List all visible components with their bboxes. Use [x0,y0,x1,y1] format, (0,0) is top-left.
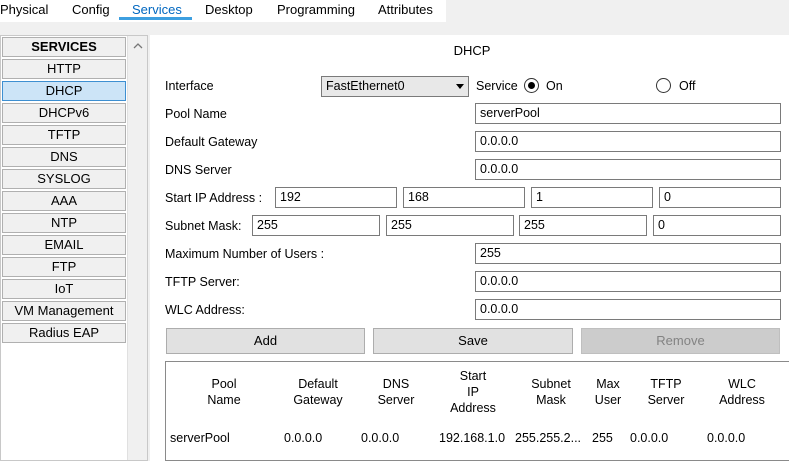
cell-dns-server: 0.0.0.0 [361,431,400,445]
radio-selected-dot [528,82,535,89]
subnet-octet-2[interactable]: 255 [386,215,514,236]
header-text: Subnet Mask [531,377,571,407]
interface-select[interactable]: FastEthernet0 [321,76,469,97]
header-text: DNS Server [377,377,415,407]
tab-attributes[interactable]: Attributes [378,2,433,20]
service-item-dns[interactable]: DNS [2,147,126,167]
service-item-ftp[interactable]: FTP [2,257,126,277]
pool-table: Pool Name Default Gateway DNS Server Sta… [165,361,789,461]
service-item-radius-eap[interactable]: Radius EAP [2,323,126,343]
header-text: Start IP Address [450,369,496,415]
table-header-tftp-server: TFTP Server [630,376,702,408]
service-item-vm-management[interactable]: VM Management [2,301,126,321]
wlc-address-input[interactable]: 0.0.0.0 [475,299,781,320]
service-off-label: Off [679,79,696,93]
subnet-octet-4[interactable]: 0 [653,215,781,236]
service-item-aaa[interactable]: AAA [2,191,126,211]
cell-tftp-server: 0.0.0.0 [630,431,669,445]
services-panel: SERVICES HTTP DHCP DHCPv6 TFTP DNS SYSLO… [0,35,148,461]
service-label: Service [476,79,518,93]
header-text: Default Gateway [293,377,343,407]
add-button[interactable]: Add [166,328,365,354]
tftp-server-input[interactable]: 0.0.0.0 [475,271,781,292]
service-off-radio[interactable] [656,78,671,93]
default-gateway-input[interactable]: 0.0.0.0 [475,131,781,152]
service-item-dhcp[interactable]: DHCP [2,81,126,101]
service-on-label: On [546,79,563,93]
pool-name-input[interactable]: serverPool [475,103,781,124]
tab-programming[interactable]: Programming [277,2,355,20]
tab-physical[interactable]: Physical [0,2,48,20]
start-ip-octet-4[interactable]: 0 [659,187,781,208]
table-header-pool-name: Pool Name [174,376,274,408]
table-header-start-ip: Start IP Address [430,368,516,416]
save-button[interactable]: Save [373,328,573,354]
service-item-http[interactable]: HTTP [2,59,126,79]
max-users-input[interactable]: 255 [475,243,781,264]
start-ip-octet-3[interactable]: 1 [531,187,653,208]
tab-bar: Physical Config Services Desktop Program… [0,0,789,22]
header-text: Max User [594,377,622,407]
wlc-address-label: WLC Address: [165,303,245,317]
tab-config[interactable]: Config [72,2,110,20]
service-item-syslog[interactable]: SYSLOG [2,169,126,189]
subnet-octet-1[interactable]: 255 [252,215,380,236]
service-item-email[interactable]: EMAIL [2,235,126,255]
header-text: Pool Name [207,377,241,407]
services-header: SERVICES [2,37,126,57]
dhcp-panel: DHCP Interface FastEthernet0 Service On … [150,35,789,461]
cell-pool-name: serverPool [170,431,230,445]
active-tab-indicator [119,17,192,20]
default-gateway-label: Default Gateway [165,135,258,149]
service-on-radio[interactable] [524,78,539,93]
table-header-max-user: Max User [586,376,630,408]
table-header-default-gateway: Default Gateway [274,376,362,408]
start-ip-label: Start IP Address : [165,191,263,205]
remove-button[interactable]: Remove [581,328,780,354]
start-ip-octet-1[interactable]: 192 [275,187,397,208]
pool-name-label: Pool Name [165,107,227,121]
dns-server-input[interactable]: 0.0.0.0 [475,159,781,180]
table-header-wlc-address: WLC Address [702,376,782,408]
tftp-server-label: TFTP Server: [165,275,240,289]
dns-server-label: DNS Server [165,163,232,177]
cell-default-gateway: 0.0.0.0 [284,431,323,445]
interface-label: Interface [165,79,214,93]
service-item-tftp[interactable]: TFTP [2,125,126,145]
cell-max-user: 255 [592,431,613,445]
cell-subnet-mask: 255.255.2... [515,431,582,445]
table-header-dns-server: DNS Server [362,376,430,408]
tab-desktop[interactable]: Desktop [205,2,253,20]
cell-wlc-address: 0.0.0.0 [707,431,746,445]
header-text: TFTP Server [647,377,685,407]
interface-select-value: FastEthernet0 [326,79,405,93]
max-users-label: Maximum Number of Users : [165,247,325,261]
subnet-octet-3[interactable]: 255 [519,215,647,236]
header-text: WLC Address [719,377,765,407]
table-header-subnet-mask: Subnet Mask [516,376,586,408]
scroll-up-icon[interactable] [133,41,143,51]
services-scrollbar[interactable] [127,36,147,460]
start-ip-octet-2[interactable]: 168 [403,187,525,208]
cell-start-ip: 192.168.1.0 [439,431,506,445]
panel-title: DHCP [453,43,491,58]
subnet-mask-label: Subnet Mask: [165,219,242,233]
service-item-iot[interactable]: IoT [2,279,126,299]
service-item-ntp[interactable]: NTP [2,213,126,233]
chevron-down-icon [456,84,464,89]
service-item-dhcpv6[interactable]: DHCPv6 [2,103,126,123]
